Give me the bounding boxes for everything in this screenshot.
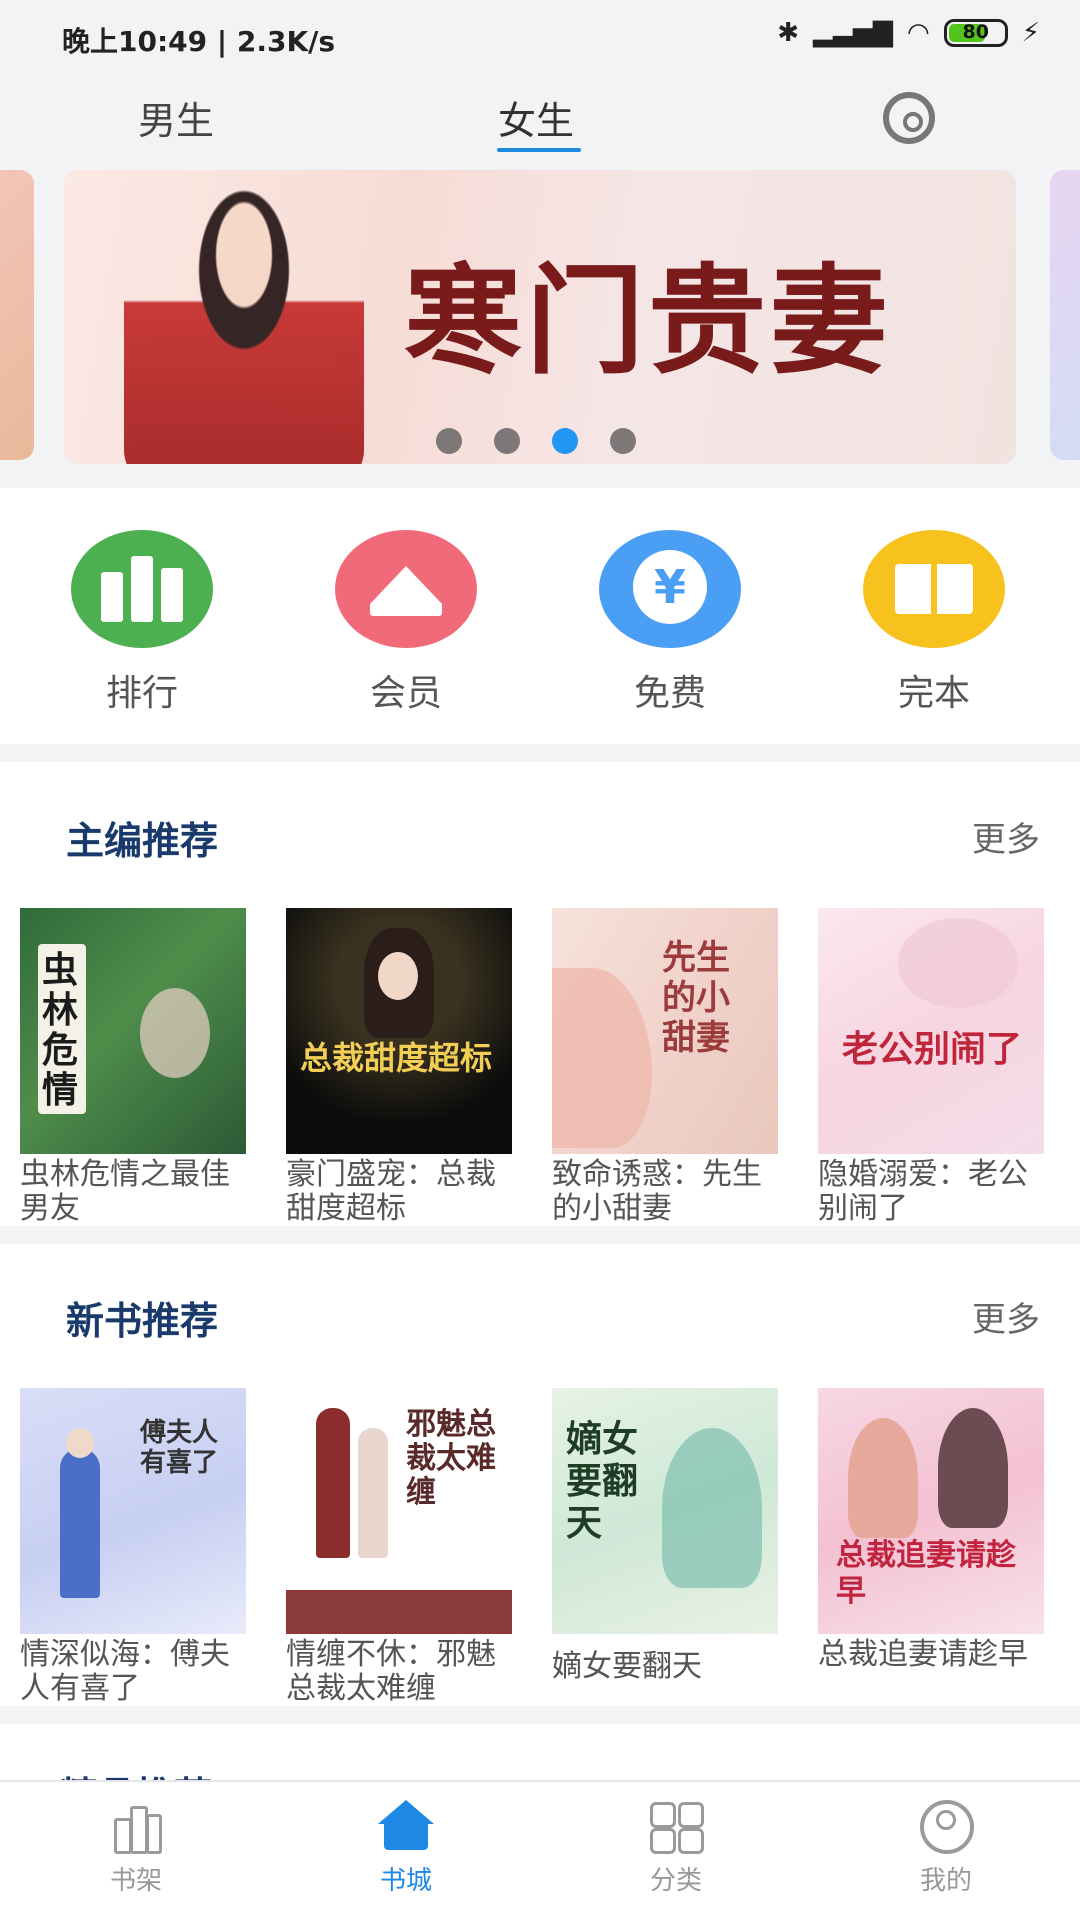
nav-profile[interactable]: 我的 <box>876 1800 1016 1897</box>
bar-chart-icon <box>71 530 213 648</box>
book-cover: 老公别闹了 <box>818 908 1044 1154</box>
entry-label: 完本 <box>897 673 970 714</box>
nav-label: 分类 <box>649 1866 702 1896</box>
status-time: 晚上10:49 | 2.3K/s <box>62 25 336 58</box>
cover-text: 邪魅总裁太难缠 <box>406 1407 496 1510</box>
quick-entries: 排行 会员 ¥ 免费 完本 <box>0 488 1080 738</box>
nav-label: 书架 <box>109 1866 162 1896</box>
section-title-partial: 精品推荐 <box>60 1765 212 1781</box>
section-divider <box>0 744 1080 762</box>
nav-category[interactable]: 分类 <box>606 1800 746 1897</box>
book-title: 嫡女要翻天 <box>552 1649 702 1684</box>
banner-character-illustration <box>124 180 364 464</box>
book-title: 隐婚溺爱：老公别闹了 <box>818 1157 1028 1226</box>
book-card[interactable]: 虫林危情 虫林危情之最佳男友 <box>20 908 246 1226</box>
book-cover: 傅夫人有喜了 <box>20 1388 246 1634</box>
pagination-dot-active[interactable] <box>552 428 578 454</box>
book-cover: 总裁甜度超标 <box>286 908 512 1154</box>
home-icon <box>378 1800 434 1854</box>
entry-label: 排行 <box>105 673 178 714</box>
status-icons: ✱ ▂▃▅▇ ◠ 80 ⚡ <box>777 18 1040 48</box>
banner-prev-peek[interactable] <box>0 170 34 460</box>
entry-label: 会员 <box>369 673 442 714</box>
book-cover: 总裁追妻请趁早 <box>818 1388 1044 1634</box>
yen-icon: ¥ <box>599 530 741 648</box>
cover-text: 老公别闹了 <box>842 1028 1023 1070</box>
book-cover: 邪魅总裁太难缠 <box>286 1388 512 1634</box>
section-title-editor-picks: 主编推荐 <box>66 819 219 863</box>
cover-text: 虫林危情 <box>42 949 79 1111</box>
nav-bookshelf[interactable]: 书架 <box>66 1800 206 1897</box>
book-title: 总裁追妻请趁早 <box>818 1637 1028 1672</box>
crown-icon <box>335 530 477 648</box>
book-card[interactable]: 老公别闹了 隐婚溺爱：老公别闹了 <box>818 908 1044 1226</box>
status-bar: 晚上10:49 | 2.3K/s ✱ ▂▃▅▇ ◠ 80 ⚡ <box>0 0 1080 78</box>
entry-completed[interactable]: 完本 <box>834 530 1034 716</box>
section-title-new-books: 新书推荐 <box>66 1299 219 1343</box>
signal-icon: ▂▃▅▇ <box>813 18 894 48</box>
entry-ranking[interactable]: 排行 <box>42 530 242 716</box>
book-icon <box>863 530 1005 648</box>
book-cover: 嫡女要翻天 <box>552 1388 778 1634</box>
tab-female[interactable]: 女生 <box>498 90 574 145</box>
nav-label: 书城 <box>379 1866 432 1896</box>
active-tab-indicator <box>497 148 581 152</box>
cover-text: 先生的小甜妻 <box>662 938 730 1058</box>
book-card[interactable]: 总裁追妻请趁早 总裁追妻请趁早 <box>818 1388 1044 1672</box>
user-icon <box>918 1800 974 1854</box>
cover-text: 总裁追妻请趁早 <box>836 1538 1016 1609</box>
cover-text: 傅夫人有喜了 <box>140 1418 219 1478</box>
banner-carousel[interactable]: 寒门贵妻 <box>64 170 1016 464</box>
book-title: 情深似海：傅夫人有喜了 <box>20 1637 230 1706</box>
book-card[interactable]: 先生的小甜妻 致命诱惑：先生的小甜妻 <box>552 908 778 1226</box>
book-cover: 先生的小甜妻 <box>552 908 778 1154</box>
banner-title: 寒门贵妻 <box>404 251 893 390</box>
book-title: 情缠不休：邪魅总裁太难缠 <box>286 1637 496 1706</box>
gender-tabs: 男生 女生 <box>0 78 1080 158</box>
new-books-more-link[interactable]: 更多 <box>972 1292 1040 1341</box>
book-title: 致命诱惑：先生的小甜妻 <box>552 1157 762 1226</box>
tab-male[interactable]: 男生 <box>138 90 214 145</box>
nav-bookstore[interactable]: 书城 <box>336 1800 476 1897</box>
book-title: 虫林危情之最佳男友 <box>20 1157 230 1226</box>
battery-level: 80 <box>962 21 989 43</box>
entry-vip[interactable]: 会员 <box>306 530 506 716</box>
bluetooth-icon: ✱ <box>777 18 800 48</box>
pagination-dot[interactable] <box>436 428 462 454</box>
bottom-navigation: 书架 书城 分类 我的 <box>0 1780 1080 1922</box>
grid-icon <box>648 1800 704 1854</box>
wifi-icon: ◠ <box>907 18 930 48</box>
book-card[interactable]: 总裁甜度超标 豪门盛宠：总裁甜度超标 <box>286 908 512 1226</box>
pagination-dot[interactable] <box>610 428 636 454</box>
book-title: 豪门盛宠：总裁甜度超标 <box>286 1157 496 1226</box>
pagination-dot[interactable] <box>494 428 520 454</box>
banner-next-peek[interactable] <box>1050 170 1080 460</box>
section-divider <box>0 1226 1080 1244</box>
charging-icon: ⚡ <box>1021 18 1040 48</box>
book-card[interactable]: 嫡女要翻天 嫡女要翻天 <box>552 1388 778 1684</box>
settings-target-icon[interactable] <box>883 92 935 144</box>
bookshelf-icon <box>108 1800 164 1854</box>
battery-icon: 80 <box>943 19 1008 47</box>
cover-text: 总裁甜度超标 <box>300 1039 493 1077</box>
nav-label: 我的 <box>919 1866 972 1896</box>
cover-text: 嫡女要翻天 <box>566 1418 639 1544</box>
section-divider <box>0 1706 1080 1724</box>
entry-free[interactable]: ¥ 免费 <box>570 530 770 716</box>
banner-pagination <box>436 428 636 454</box>
book-card[interactable]: 傅夫人有喜了 情深似海：傅夫人有喜了 <box>20 1388 246 1706</box>
book-cover: 虫林危情 <box>20 908 246 1154</box>
entry-label: 免费 <box>633 673 706 714</box>
editor-picks-more-link[interactable]: 更多 <box>972 812 1040 861</box>
book-card[interactable]: 邪魅总裁太难缠 情缠不休：邪魅总裁太难缠 <box>286 1388 512 1706</box>
